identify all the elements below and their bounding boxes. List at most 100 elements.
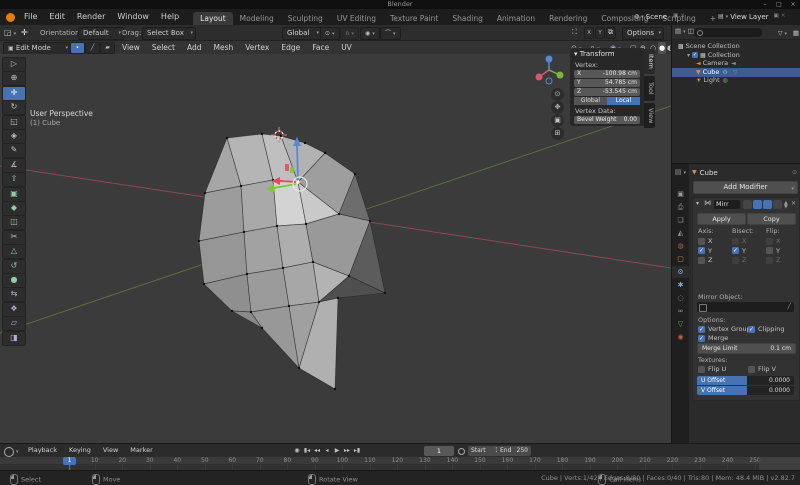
- vertex-y-field[interactable]: Y54.785 cm: [574, 79, 640, 87]
- option-vertex-groups[interactable]: ✓Vertex Groups: [698, 325, 754, 333]
- tool-scale[interactable]: ◱: [2, 115, 26, 130]
- transform-orientation-dropdown[interactable]: Global▾: [282, 27, 322, 40]
- workspace-tab-texture-paint[interactable]: Texture Paint: [383, 12, 445, 25]
- current-frame-field[interactable]: 1: [424, 446, 454, 456]
- properties-tab-world[interactable]: ◍: [672, 240, 689, 252]
- viewport-menu-edge[interactable]: Edge: [275, 41, 306, 54]
- close-button[interactable]: ×: [786, 0, 800, 9]
- selected-vertex[interactable]: [296, 180, 299, 183]
- properties-tab-scene[interactable]: ◭: [672, 227, 689, 239]
- viewport-menu-vertex[interactable]: Vertex: [239, 41, 275, 54]
- scene-name[interactable]: Scene: [646, 13, 667, 21]
- checkbox[interactable]: [766, 257, 773, 264]
- modifier-name-field[interactable]: Mirr: [714, 200, 740, 209]
- viewport-menu-add[interactable]: Add: [181, 41, 208, 54]
- editor-type-icon[interactable]: ▤▾: [675, 26, 686, 38]
- checkbox[interactable]: [698, 257, 705, 264]
- timeline-menu-view[interactable]: View: [97, 444, 124, 457]
- menu-file[interactable]: File: [18, 9, 43, 25]
- checkbox[interactable]: [766, 238, 773, 245]
- checkbox[interactable]: ✓: [698, 247, 705, 254]
- vertex-x-field[interactable]: X-100.98 cm: [574, 70, 640, 78]
- tool-rotate[interactable]: ↻: [2, 100, 26, 115]
- workspace-tab-animation[interactable]: Animation: [490, 12, 542, 25]
- menu-edit[interactable]: Edit: [43, 9, 71, 25]
- tool-transform[interactable]: ◈: [2, 129, 26, 144]
- new-scene-icon[interactable]: ▣: [673, 11, 678, 22]
- viewport-menu-select[interactable]: Select: [146, 41, 181, 54]
- light-data-icon[interactable]: ◍: [723, 76, 728, 85]
- mirror-object-field[interactable]: ╱: [697, 302, 794, 312]
- breadcrumb-object[interactable]: Cube: [700, 169, 718, 177]
- sidebar-tab-item[interactable]: Item: [644, 49, 655, 74]
- drag-dropdown[interactable]: Select Box▾: [142, 27, 196, 40]
- vertex-select-button[interactable]: ∙: [70, 42, 85, 54]
- prev-keyframe-button[interactable]: ◂◂: [312, 445, 322, 457]
- next-keyframe-button[interactable]: ▸▸: [342, 445, 352, 457]
- mirror-axis-x[interactable]: X: [584, 27, 594, 39]
- tool-edge-slide[interactable]: ⇆: [2, 287, 26, 302]
- checkbox[interactable]: ✓: [748, 326, 755, 333]
- workspace-tab-modeling[interactable]: Modeling: [233, 12, 281, 25]
- outliner-row-light[interactable]: ☀Light◍: [672, 76, 800, 85]
- menu-render[interactable]: Render: [71, 9, 111, 25]
- transform-panel-header[interactable]: ▾ Transform: [574, 50, 615, 58]
- add-modifier-dropdown[interactable]: Add Modifier▾: [693, 181, 798, 194]
- viewport-menu-uv[interactable]: UV: [335, 41, 358, 54]
- timeline-ruler[interactable]: 1102030405060708090100110120130140150160…: [0, 457, 800, 464]
- checkbox[interactable]: [698, 366, 705, 373]
- edge-select-button[interactable]: ╱: [85, 42, 100, 54]
- tool-shrink-fatten[interactable]: ❖: [2, 302, 26, 317]
- texture-flip-v[interactable]: Flip V: [748, 365, 776, 373]
- move-down-icon[interactable]: ▼: [784, 204, 788, 210]
- check-bisect-x[interactable]: X: [732, 237, 746, 245]
- sidebar-tab-tool[interactable]: Tool: [644, 76, 655, 101]
- outliner-search-input[interactable]: [694, 28, 762, 37]
- check-axis-z[interactable]: Z: [698, 256, 712, 264]
- collection-checkbox[interactable]: ✓: [692, 52, 698, 58]
- outliner-item-label[interactable]: Scene Collection: [686, 42, 740, 50]
- remove-view-layer-icon[interactable]: ✕: [781, 11, 786, 22]
- workspace-tab-layout[interactable]: Layout: [193, 12, 233, 25]
- blender-logo-icon[interactable]: [6, 13, 15, 22]
- tool-smooth[interactable]: ●: [2, 273, 26, 288]
- properties-tab-modifiers[interactable]: ⚙: [672, 266, 689, 278]
- properties-tab-particles[interactable]: ✱: [672, 279, 689, 291]
- pivot-point-dropdown[interactable]: ⊙▾: [320, 27, 340, 40]
- options-dropdown[interactable]: Options▾: [622, 27, 664, 40]
- outliner-item-label[interactable]: Collection: [708, 51, 740, 59]
- falloff-dropdown[interactable]: ⌒▾: [380, 27, 401, 40]
- frame-end-field[interactable]: End250: [497, 446, 531, 456]
- delete-modifier-icon[interactable]: ✕: [791, 200, 796, 207]
- checkbox[interactable]: [732, 257, 739, 264]
- pan-view-icon[interactable]: ✥: [551, 101, 564, 114]
- navigation-gizmo[interactable]: [536, 56, 564, 85]
- play-button[interactable]: ▶: [332, 445, 342, 457]
- properties-tab-physics[interactable]: ◌: [672, 292, 689, 304]
- copy-button[interactable]: Copy: [747, 213, 796, 225]
- checkbox[interactable]: [698, 238, 705, 245]
- properties-tab-object[interactable]: ▢: [672, 253, 689, 265]
- jump-to-end-button[interactable]: ▸▮: [352, 445, 362, 457]
- checkbox[interactable]: ✓: [698, 335, 705, 342]
- outliner-item-label[interactable]: Camera: [703, 59, 729, 67]
- tool-annotate[interactable]: ✎: [2, 143, 26, 158]
- option-merge[interactable]: ✓Merge: [698, 334, 728, 342]
- space-button-global[interactable]: Global: [574, 97, 607, 105]
- minimize-button[interactable]: –: [758, 0, 772, 9]
- view-layer-selector[interactable]: ▤▾ View Layer ▣ ✕: [718, 11, 785, 22]
- viewport-menu-view[interactable]: View: [116, 41, 146, 54]
- realtime-display-toggle[interactable]: [763, 200, 772, 209]
- properties-tab-constraints[interactable]: ∞: [672, 305, 689, 317]
- perspective-toggle-icon[interactable]: ⊞: [551, 127, 564, 140]
- camera-view-icon[interactable]: ▣: [551, 114, 564, 127]
- check-flip-z[interactable]: Z: [766, 256, 780, 264]
- unlink-scene-icon[interactable]: ✕: [680, 11, 685, 22]
- maximize-button[interactable]: □: [772, 0, 786, 9]
- tool-move[interactable]: ✛: [2, 86, 26, 101]
- tool-extrude-region[interactable]: ⇧: [2, 172, 26, 187]
- timeline-menu-marker[interactable]: Marker: [124, 444, 158, 457]
- checkbox[interactable]: [748, 366, 755, 373]
- viewport-menu-mesh[interactable]: Mesh: [207, 41, 239, 54]
- check-axis-x[interactable]: X: [698, 237, 712, 245]
